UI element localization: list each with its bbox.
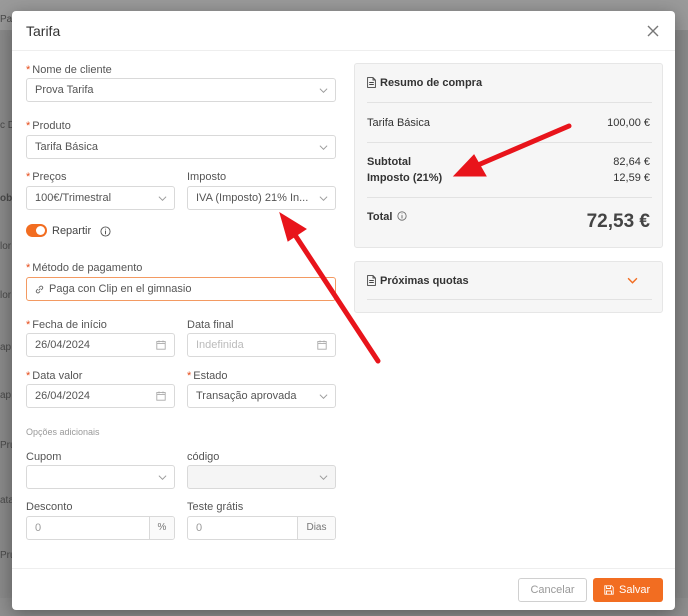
save-label: Salvar xyxy=(619,584,651,596)
save-button[interactable]: Salvar xyxy=(593,578,663,602)
link-icon xyxy=(35,285,44,294)
start-date-input[interactable]: 26/04/2024 xyxy=(26,333,175,357)
save-icon xyxy=(604,585,614,595)
chevron-down-icon xyxy=(319,196,328,202)
document-icon xyxy=(367,77,376,88)
client-select[interactable]: Prova Tarifa xyxy=(26,78,336,102)
calendar-icon xyxy=(317,340,327,350)
percent-addon: % xyxy=(149,517,174,539)
info-icon[interactable] xyxy=(100,226,111,237)
divider xyxy=(367,102,652,103)
value-date-input[interactable]: 26/04/2024 xyxy=(26,384,175,408)
info-icon[interactable] xyxy=(397,211,407,221)
split-label: Repartir xyxy=(52,225,92,237)
divider xyxy=(367,197,652,198)
tax-label: Imposto xyxy=(187,171,227,183)
summary-title: Resumo de compra xyxy=(380,77,483,89)
background-text: lor xyxy=(0,241,12,252)
chevron-down-icon xyxy=(319,145,328,151)
chevron-down-icon xyxy=(319,475,328,481)
coupon-label: Cupom xyxy=(26,451,62,463)
end-date-input[interactable]: Indefinida xyxy=(187,333,336,357)
tax-select[interactable]: IVA (Imposto) 21% In... xyxy=(187,186,336,210)
chevron-down-icon xyxy=(158,475,167,481)
tax-summary-label: Imposto (21%) xyxy=(367,172,443,184)
upcoming-quotas-title: Próximas quotas xyxy=(380,275,469,287)
modal-header: Tarifa xyxy=(12,11,675,51)
background-text: ap xyxy=(0,390,12,401)
tarifa-modal: Tarifa * Nome de cliente Prova Tarifa * Pr… xyxy=(12,11,675,610)
trial-label: Teste grátis xyxy=(187,501,244,513)
days-addon: Dias xyxy=(297,517,335,539)
total-label: Total xyxy=(367,211,393,223)
chevron-down-icon xyxy=(319,88,328,94)
end-date-label: Data final xyxy=(187,319,234,331)
background-text: Pa xyxy=(0,14,13,25)
divider xyxy=(367,142,652,143)
item-price: 100,00 € xyxy=(607,117,650,129)
coupon-select[interactable] xyxy=(26,465,175,489)
item-name: Tarifa Básica xyxy=(367,117,430,129)
purchase-summary: Resumo de compra Tarifa Básica 100,00 € … xyxy=(354,63,663,248)
product-label: * Produto xyxy=(26,120,71,132)
start-date-label: * Fecha de início xyxy=(26,319,107,331)
extra-options-title: Opções adicionais xyxy=(26,427,100,437)
upcoming-quotas-panel[interactable]: Próximas quotas xyxy=(354,261,663,313)
split-toggle[interactable] xyxy=(26,224,47,237)
tax-summary-value: 12,59 € xyxy=(613,172,650,184)
cancel-button[interactable]: Cancelar xyxy=(518,578,587,602)
discount-label: Desconto xyxy=(26,501,73,513)
chevron-down-icon xyxy=(158,196,167,202)
background-text: lor xyxy=(0,290,12,301)
status-select[interactable]: Transação aprovada xyxy=(187,384,336,408)
subtotal-label: Subtotal xyxy=(367,156,411,168)
code-select[interactable] xyxy=(187,465,336,489)
chevron-down-icon xyxy=(319,394,328,400)
background-text: ob xyxy=(0,193,13,204)
prices-select[interactable]: 100€/Trimestral xyxy=(26,186,175,210)
close-icon[interactable] xyxy=(643,21,663,41)
trial-input[interactable]: 0 Dias xyxy=(187,516,336,540)
total-value: 72,53 € xyxy=(586,211,650,232)
background-text: ap xyxy=(0,342,12,353)
document-icon xyxy=(367,275,376,286)
payment-method-value: Paga con Clip en el gimnasio xyxy=(49,283,192,295)
discount-input[interactable]: 0 % xyxy=(26,516,175,540)
product-select[interactable]: Tarifa Básica xyxy=(26,135,336,159)
subtotal-value: 82,64 € xyxy=(613,156,650,168)
modal-footer: Cancelar Salvar xyxy=(12,568,675,610)
divider xyxy=(367,299,652,300)
payment-method-field[interactable]: Paga con Clip en el gimnasio xyxy=(26,277,336,301)
code-label: código xyxy=(187,451,220,463)
chevron-down-icon[interactable] xyxy=(627,275,638,286)
calendar-icon xyxy=(156,391,166,401)
modal-title: Tarifa xyxy=(26,23,61,39)
status-label: * Estado xyxy=(187,370,228,382)
client-label: * Nome de cliente xyxy=(26,64,112,76)
payment-label: * Método de pagamento xyxy=(26,262,143,274)
value-date-label: * Data valor xyxy=(26,370,83,382)
prices-label: * Preços xyxy=(26,171,67,183)
calendar-icon xyxy=(156,340,166,350)
